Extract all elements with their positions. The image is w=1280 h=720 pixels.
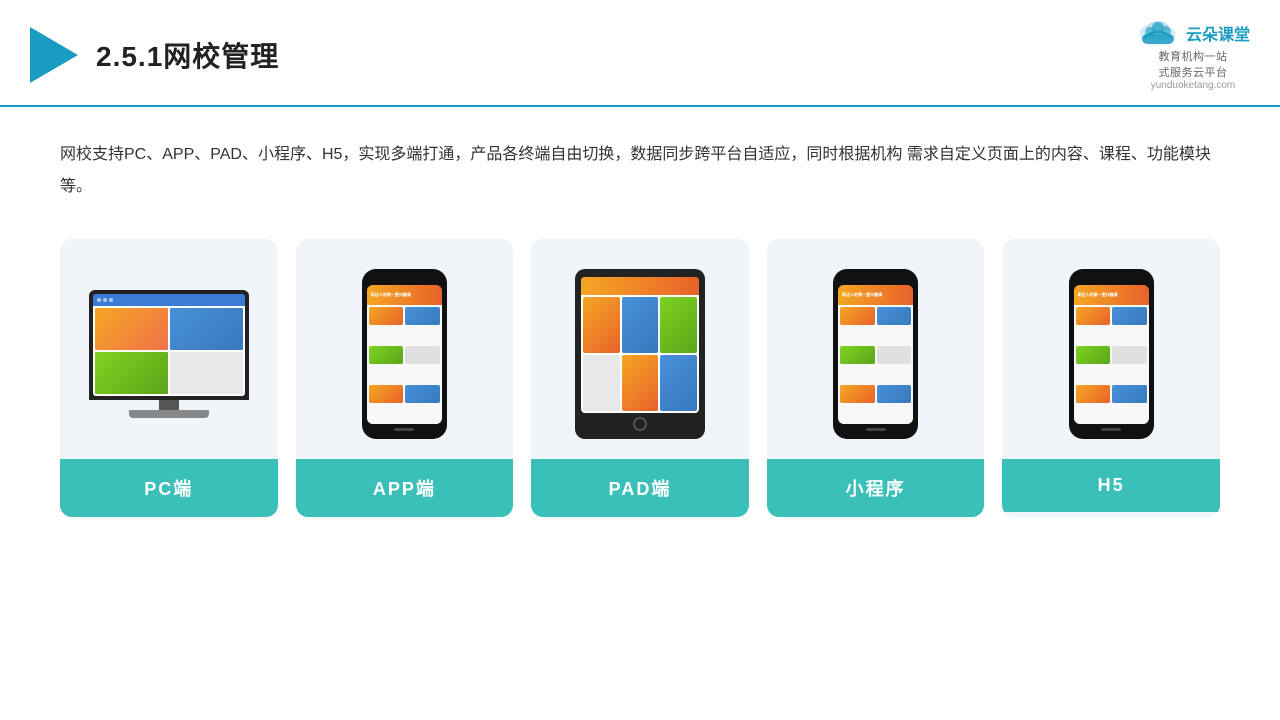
pc-block-2 bbox=[170, 308, 243, 350]
card-app: 职达人的第一堂兴趣课 APP端 bbox=[296, 239, 514, 517]
brand-url: yunduoketang.com bbox=[1151, 80, 1236, 91]
phone-block-m5 bbox=[840, 385, 875, 403]
phone-block-h3 bbox=[1076, 346, 1111, 364]
phone-screen-header-h5: 职达人的第一堂兴趣课 bbox=[1074, 285, 1149, 305]
phone-notch-h5 bbox=[1099, 277, 1124, 282]
card-mini: 职达人的第一堂兴趣课 小程序 bbox=[767, 239, 985, 517]
card-pad: PAD端 bbox=[531, 239, 749, 517]
header-left: 2.5.1网校管理 bbox=[30, 27, 279, 83]
phone-block-m6 bbox=[877, 385, 912, 403]
card-h5-image: 职达人的第一堂兴趣课 bbox=[1002, 239, 1220, 459]
phone-block-h2 bbox=[1112, 307, 1147, 325]
phone-block-h5 bbox=[1076, 385, 1111, 403]
phone-screen-app: 职达人的第一堂兴趣课 bbox=[367, 285, 442, 424]
phone-block-m3 bbox=[840, 346, 875, 364]
cards-container: PC端 职达人的第一堂兴趣课 bbox=[60, 239, 1220, 517]
phone-header-text-h5: 职达人的第一堂兴趣课 bbox=[1078, 292, 1118, 298]
tablet-home bbox=[633, 417, 647, 431]
card-app-image: 职达人的第一堂兴趣课 bbox=[296, 239, 514, 459]
phone-block-h1 bbox=[1076, 307, 1111, 325]
tablet-body bbox=[581, 295, 699, 413]
phone-notch-mini bbox=[863, 277, 888, 282]
pc-dot-2 bbox=[103, 298, 107, 302]
header: 2.5.1网校管理 云朵课堂 教育机构一站式服务云平台 yunduoketang… bbox=[0, 0, 1280, 107]
card-pad-label: PAD端 bbox=[531, 459, 749, 517]
card-pc-image bbox=[60, 239, 278, 459]
phone-notch-app bbox=[392, 277, 417, 282]
phone-block-a5 bbox=[369, 385, 404, 403]
phone-block-a6 bbox=[405, 385, 440, 403]
phone-screen-mini: 职达人的第一堂兴趣课 bbox=[838, 285, 913, 424]
tablet-block-3 bbox=[660, 297, 697, 353]
pc-screen bbox=[89, 290, 249, 400]
pc-block-4 bbox=[170, 352, 243, 394]
phone-screen-h5: 职达人的第一堂兴趣课 bbox=[1074, 285, 1149, 424]
phone-screen-body-mini bbox=[838, 305, 913, 424]
phone-block-m4 bbox=[877, 346, 912, 364]
phone-home-app bbox=[394, 428, 414, 431]
pc-screen-bar bbox=[93, 294, 245, 306]
main-content: 网校支持PC、APP、PAD、小程序、H5，实现多端打通，产品各终端自由切换，数… bbox=[0, 107, 1280, 537]
card-pad-image bbox=[531, 239, 749, 459]
tablet-screen bbox=[581, 277, 699, 413]
brand-sub: 教育机构一站式服务云平台 bbox=[1158, 48, 1227, 80]
pc-base bbox=[129, 410, 209, 418]
pc-block-1 bbox=[95, 308, 168, 350]
pc-block-3 bbox=[95, 352, 168, 394]
brand-name: 云朵课堂 bbox=[1186, 21, 1250, 45]
card-app-label: APP端 bbox=[296, 459, 514, 517]
phone-block-a2 bbox=[405, 307, 440, 325]
phone-block-m2 bbox=[877, 307, 912, 325]
tablet-block-5 bbox=[622, 355, 659, 411]
phone-header-text-mini: 职达人的第一堂兴趣课 bbox=[842, 292, 882, 298]
cloud-icon bbox=[1136, 18, 1180, 48]
pc-dot-3 bbox=[109, 298, 113, 302]
phone-block-m1 bbox=[840, 307, 875, 325]
cloud-logo: 云朵课堂 bbox=[1136, 18, 1250, 48]
phone-screen-body-app bbox=[367, 305, 442, 424]
card-h5-label: H5 bbox=[1002, 459, 1220, 512]
phone-block-a3 bbox=[369, 346, 404, 364]
pc-mockup bbox=[89, 290, 249, 418]
pc-dot-1 bbox=[97, 298, 101, 302]
phone-mockup-app: 职达人的第一堂兴趣课 bbox=[362, 269, 447, 439]
header-right: 云朵课堂 教育机构一站式服务云平台 yunduoketang.com bbox=[1136, 18, 1250, 91]
phone-block-h6 bbox=[1112, 385, 1147, 403]
tablet-block-2 bbox=[622, 297, 659, 353]
card-mini-image: 职达人的第一堂兴趣课 bbox=[767, 239, 985, 459]
tablet-block-1 bbox=[583, 297, 620, 353]
pc-content bbox=[93, 306, 245, 396]
tablet-header bbox=[581, 277, 699, 295]
description-text: 网校支持PC、APP、PAD、小程序、H5，实现多端打通，产品各终端自由切换，数… bbox=[60, 139, 1220, 203]
card-mini-label: 小程序 bbox=[767, 459, 985, 517]
pc-screen-inner bbox=[93, 294, 245, 396]
card-pc-label: PC端 bbox=[60, 459, 278, 517]
card-h5: 职达人的第一堂兴趣课 H5 bbox=[1002, 239, 1220, 517]
card-pc: PC端 bbox=[60, 239, 278, 517]
page-title: 2.5.1网校管理 bbox=[96, 35, 279, 75]
phone-home-mini bbox=[866, 428, 886, 431]
tablet-block-6 bbox=[660, 355, 697, 411]
phone-mockup-h5: 职达人的第一堂兴趣课 bbox=[1069, 269, 1154, 439]
pc-neck bbox=[159, 400, 179, 410]
phone-screen-header-mini: 职达人的第一堂兴趣课 bbox=[838, 285, 913, 305]
phone-mockup-mini: 职达人的第一堂兴趣课 bbox=[833, 269, 918, 439]
phone-home-h5 bbox=[1101, 428, 1121, 431]
tablet-mockup bbox=[575, 269, 705, 439]
phone-header-text-app: 职达人的第一堂兴趣课 bbox=[371, 292, 411, 298]
logo-triangle-icon bbox=[30, 27, 78, 83]
phone-block-a4 bbox=[405, 346, 440, 364]
phone-block-h4 bbox=[1112, 346, 1147, 364]
phone-screen-body-h5 bbox=[1074, 305, 1149, 424]
tablet-block-4 bbox=[583, 355, 620, 411]
phone-screen-header-app: 职达人的第一堂兴趣课 bbox=[367, 285, 442, 305]
phone-block-a1 bbox=[369, 307, 404, 325]
